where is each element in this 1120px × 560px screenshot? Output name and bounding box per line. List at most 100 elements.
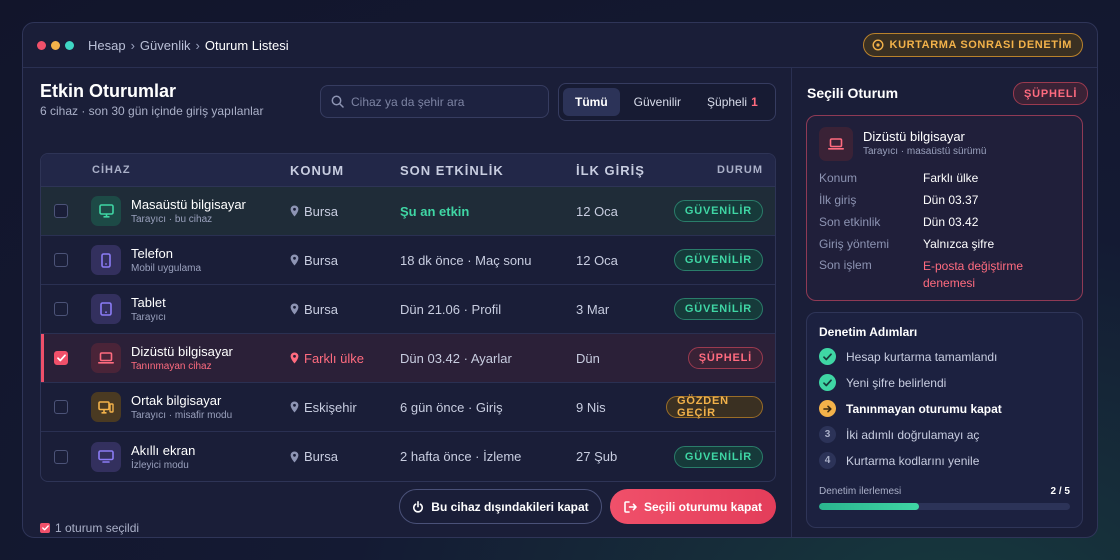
filter-trusted-label: Güvenilir	[633, 95, 682, 109]
device-name: Tablet	[131, 295, 166, 310]
maximize-dot[interactable]	[65, 40, 74, 50]
table-row[interactable]: Tablet Tarayıcı Bursa Dün 21.06 · Profil …	[41, 285, 775, 334]
location-text: Farklı ülke	[304, 350, 364, 366]
close-others-button[interactable]: Bu cihaz dışındakileri kapat	[399, 489, 602, 524]
card-device-name: Dizüstü bilgisayar	[863, 129, 965, 144]
pin-icon	[290, 352, 299, 364]
location-text: Eskişehir	[304, 399, 357, 415]
pin-icon	[290, 451, 299, 462]
pin-icon	[290, 254, 299, 266]
device-sub: Mobil uygulama	[131, 263, 202, 274]
row-checkbox[interactable]	[54, 302, 68, 316]
selection-summary: 1 oturum seçildi	[40, 521, 139, 535]
detail-location: Konum Farklı ülke	[819, 171, 979, 185]
filter-suspect[interactable]: Şüpheli 1	[695, 88, 770, 116]
detail-title: Seçili Oturum	[807, 85, 899, 101]
step-item[interactable]: 4 Kurtarma kodlarını yenile	[819, 452, 979, 469]
location-text: Bursa	[304, 449, 338, 464]
row-checkbox[interactable]	[54, 449, 68, 464]
device-name: Telefon	[131, 246, 173, 261]
status-badge: GÖZDEN GEÇİR	[666, 395, 763, 419]
session-detail-panel: Seçili Oturum ŞÜPHELİ Dizüstü bilgisayar…	[791, 68, 1097, 537]
step-item[interactable]: 3 İki adımlı doğrulamayı aç	[819, 426, 979, 443]
progress-count: 2 / 5	[1050, 486, 1070, 497]
search-input[interactable]	[351, 94, 531, 109]
shield-icon	[872, 39, 884, 51]
table-row[interactable]: Masaüstü bilgisayar Tarayıcı · bu cihaz B…	[41, 187, 775, 236]
step-item[interactable]: Yeni şifre belirlendi	[819, 374, 946, 391]
filter-trusted[interactable]: Güvenilir	[622, 88, 693, 116]
progress-fill	[819, 503, 920, 510]
status-badge: GÜVENİLİR	[673, 200, 763, 222]
step-number: 3	[819, 426, 836, 443]
col-device: CİHAZ	[92, 164, 131, 176]
step-number: 4	[819, 452, 836, 469]
first-login-text: 3 Mar	[576, 301, 610, 317]
page-title: Etkin Oturumlar	[40, 81, 177, 101]
activity-text: 2 hafta önce · İzleme	[400, 449, 522, 464]
session-card: Dizüstü bilgisayar Tarayıcı · masaüstü s…	[806, 115, 1083, 301]
audit-steps: Denetim Adımları Hesap kurtarma tamamlan…	[806, 312, 1083, 528]
smart-display-icon	[91, 441, 121, 472]
table-row[interactable]: Ortak bilgisayar Tarayıcı · misafir modu …	[41, 383, 775, 432]
first-login-text: 9 Nis	[576, 399, 606, 415]
status-badge: GÜVENİLİR	[673, 445, 763, 468]
step-item[interactable]: Hesap kurtarma tamamlandı	[819, 348, 997, 365]
search-box[interactable]	[320, 85, 549, 118]
device-name: Dizüstü bilgisayar	[131, 344, 233, 359]
first-login-text: Dün	[576, 350, 600, 366]
step-label: Hesap kurtarma tamamlandı	[846, 349, 998, 364]
activity-text: Şu an etkin	[400, 203, 470, 219]
chevron-right-icon: ›	[195, 37, 200, 53]
col-activity: SON ETKİNLİK	[400, 162, 504, 178]
status-badge: GÜVENİLİR	[673, 249, 763, 271]
step-label: Yeni şifre belirlendi	[846, 375, 947, 390]
col-location: KONUM	[290, 162, 345, 178]
filter-suspect-label: Şüpheli	[707, 95, 748, 109]
step-label: Kurtarma kodlarını yenile	[846, 453, 980, 468]
pin-icon	[290, 303, 299, 315]
status-badge: GÜVENİLİR	[673, 298, 763, 320]
row-checkbox[interactable]	[54, 400, 68, 414]
breadcrumb-security[interactable]: Güvenlik	[140, 38, 191, 53]
table-header: CİHAZ KONUM SON ETKİNLİK İLK GİRİŞ DURUM	[41, 154, 775, 187]
activity-text: Dün 03.42 · Ayarlar	[400, 350, 512, 366]
row-checkbox[interactable]	[54, 253, 68, 267]
row-checkbox[interactable]	[54, 204, 68, 218]
row-checkbox[interactable]	[54, 351, 68, 365]
location-text: Bursa	[304, 252, 338, 268]
breadcrumb-current: Oturum Listesi	[204, 37, 289, 53]
table-row[interactable]: Telefon Mobil uygulama Bursa 18 dk önce ·…	[41, 236, 775, 285]
filter-all[interactable]: Tümü	[563, 88, 620, 116]
step-label: İki adımlı doğrulamayı aç	[846, 427, 980, 442]
device-sub: Tarayıcı · bu cihaz	[131, 214, 213, 225]
detail-first-login: İlk giriş Dün 03.37	[819, 193, 979, 207]
pin-icon	[290, 401, 299, 413]
audit-badge: KURTARMA SONRASI DENETİM	[862, 33, 1083, 57]
location-text: Bursa	[304, 301, 338, 317]
laptop-icon	[819, 127, 853, 161]
first-login-text: 27 Şub	[576, 449, 618, 464]
check-circle-icon	[819, 374, 836, 391]
arrow-right-icon	[819, 400, 836, 417]
device-sub: Tarayıcı	[131, 312, 167, 323]
sessions-table: CİHAZ KONUM SON ETKİNLİK İLK GİRİŞ DURUM…	[40, 153, 776, 482]
status-badge: ŞÜPHELİ	[687, 347, 763, 369]
panel-heading: Etkin Oturumlar 6 cihaz · son 30 gün içi…	[40, 81, 263, 118]
breadcrumb-account[interactable]: Hesap	[88, 38, 126, 53]
filter-tabs: Tümü Güvenilir Şüpheli 1	[558, 83, 776, 121]
device-name: Ortak bilgisayar	[131, 393, 222, 408]
selection-count: 1 oturum seçildi	[55, 521, 140, 535]
audit-badge-label: KURTARMA SONRASI DENETİM	[889, 39, 1072, 51]
table-row[interactable]: Dizüstü bilgisayar Tanınmayan cihaz Farkl…	[41, 334, 775, 383]
minimize-dot[interactable]	[51, 40, 60, 50]
card-device-sub: Tarayıcı · masaüstü sürümü	[863, 146, 987, 157]
filter-all-label: Tümü	[575, 95, 608, 109]
close-dot[interactable]	[37, 40, 46, 50]
table-row[interactable]: Akıllı ekran İzleyici modu Bursa 2 hafta …	[41, 432, 775, 481]
device-name: Akıllı ekran	[131, 442, 196, 458]
step-label: Tanınmayan oturumu kapat	[846, 401, 1002, 416]
close-selected-label: Seçili oturumu kapat	[643, 499, 763, 514]
step-item-current[interactable]: Tanınmayan oturumu kapat	[819, 400, 1002, 417]
close-selected-button[interactable]: Seçili oturumu kapat	[610, 489, 776, 524]
